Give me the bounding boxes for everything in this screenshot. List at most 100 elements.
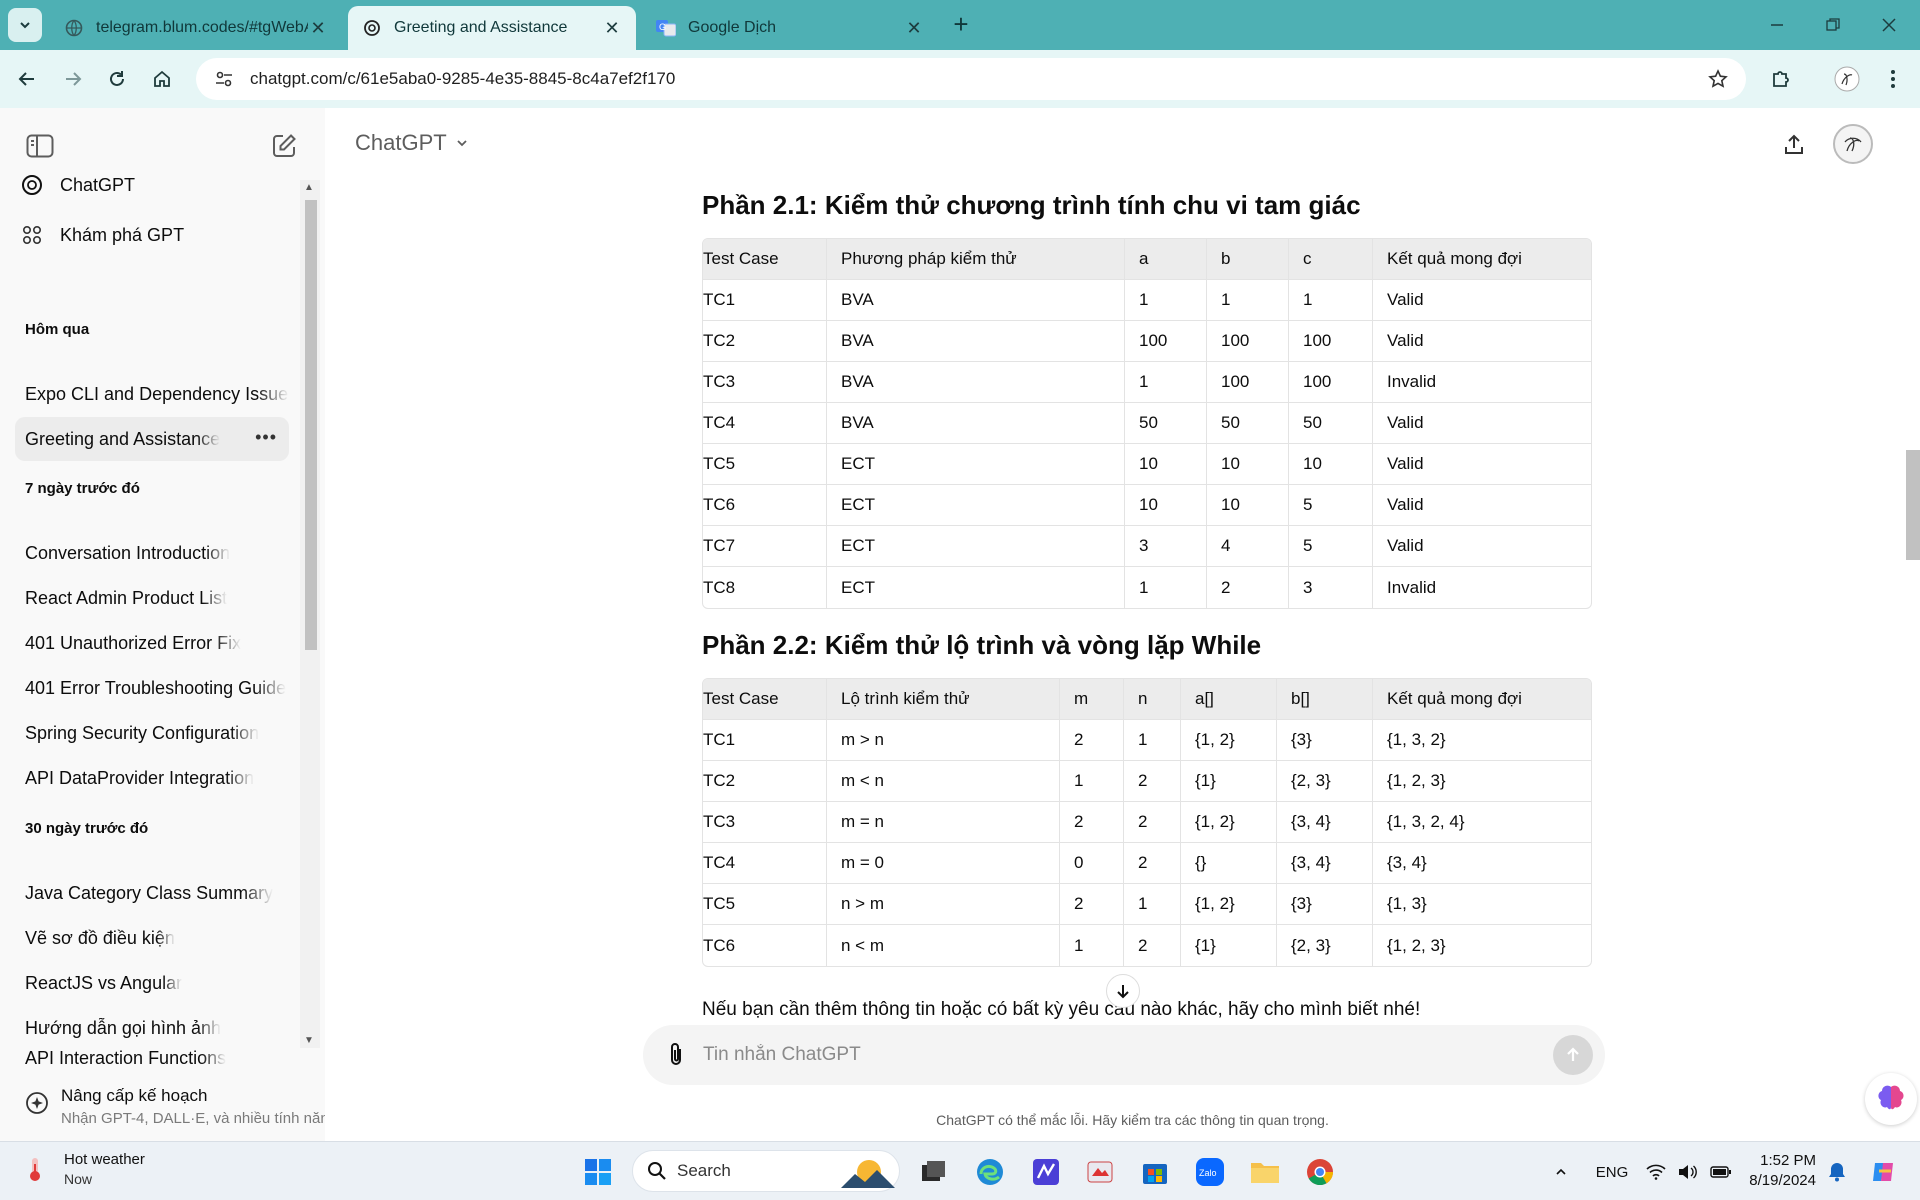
sidebar-chat-item-selected[interactable]: Greeting and Assistance ••• xyxy=(15,417,289,461)
profile-button[interactable] xyxy=(1832,64,1862,94)
zalo-button[interactable]: Zalo xyxy=(1190,1152,1230,1192)
sidebar-chat-item[interactable]: Expo CLI and Dependency Issues xyxy=(15,372,289,416)
new-chat-button[interactable] xyxy=(268,130,300,162)
chrome-button[interactable] xyxy=(1300,1152,1340,1192)
bell-icon xyxy=(1829,1163,1845,1182)
send-button[interactable] xyxy=(1553,1035,1593,1075)
taskbar-search[interactable]: Search xyxy=(632,1150,900,1192)
table-cell: 4 xyxy=(1207,526,1289,567)
home-button[interactable] xyxy=(147,64,177,94)
forward-button[interactable] xyxy=(58,64,88,94)
close-icon[interactable]: ✕ xyxy=(904,18,924,39)
system-tray-status[interactable] xyxy=(1644,1152,1734,1192)
url-text[interactable]: chatgpt.com/c/61e5aba0-9285-4e35-8845-8c… xyxy=(250,69,1698,89)
table-row: TC2 m < n 1 2 {1} {2, 3} {1, 2, 3} xyxy=(703,761,1591,802)
table-cell: 2 xyxy=(1124,925,1181,966)
scroll-down-icon[interactable]: ▼ xyxy=(304,1035,314,1046)
openai-logo-icon xyxy=(16,169,48,201)
sidebar-chat-item[interactable]: 401 Unauthorized Error Fix xyxy=(15,621,289,665)
avatar-icon xyxy=(1844,137,1862,152)
extensions-button[interactable] xyxy=(1766,64,1796,94)
close-icon[interactable]: ✕ xyxy=(308,18,328,39)
scroll-up-icon[interactable]: ▲ xyxy=(304,182,314,193)
user-avatar[interactable] xyxy=(1833,124,1873,164)
sidebar-chat-item[interactable]: React Admin Product List xyxy=(15,576,289,620)
sidebar-chat-item[interactable]: Conversation Introduction xyxy=(15,531,289,575)
notifications-button[interactable] xyxy=(1824,1152,1850,1192)
table-cell: {} xyxy=(1181,843,1277,884)
sidebar-chat-item[interactable]: Hướng dẫn gọi hình ảnh xyxy=(15,1006,289,1050)
file-explorer-button[interactable] xyxy=(1245,1152,1285,1192)
edge-browser-button[interactable] xyxy=(970,1152,1010,1192)
sidebar-item-explore-gpts[interactable]: Khám phá GPT xyxy=(16,215,286,255)
chrome-icon xyxy=(1307,1159,1334,1186)
restore-button[interactable] xyxy=(1808,0,1858,50)
more-options-icon[interactable]: ••• xyxy=(255,427,277,448)
sidebar-chat-item[interactable]: API DataProvider Integration xyxy=(15,756,289,800)
weather-widget[interactable]: Hot weather Now xyxy=(20,1151,145,1187)
table-cell: 2 xyxy=(1124,761,1181,802)
upgrade-plan-button[interactable]: Nâng cấp kế hoạch Nhận GPT-4, DALL·E, và… xyxy=(0,1068,373,1138)
copilot-button[interactable] xyxy=(1864,1152,1904,1192)
column-header: Test Case xyxy=(703,679,827,720)
grid-icon xyxy=(16,219,48,251)
browser-menu-button[interactable] xyxy=(1878,64,1908,94)
bookmark-star-icon[interactable] xyxy=(1698,69,1738,89)
minimize-button[interactable] xyxy=(1752,0,1802,50)
sidebar-chat-item[interactable]: 401 Error Troubleshooting Guide xyxy=(15,666,289,710)
message-input[interactable] xyxy=(703,1044,1553,1066)
volume-icon xyxy=(1679,1165,1697,1179)
column-header: a xyxy=(1125,239,1207,280)
sidebar-chat-item[interactable]: ReactJS vs Angular xyxy=(15,961,289,1005)
store-icon xyxy=(1143,1164,1167,1184)
browser-tab-greeting[interactable]: Greeting and Assistance ✕ xyxy=(348,6,636,50)
address-bar[interactable]: chatgpt.com/c/61e5aba0-9285-4e35-8845-8c… xyxy=(196,58,1746,100)
close-window-button[interactable] xyxy=(1864,0,1914,50)
app-pinned-button[interactable] xyxy=(1080,1152,1120,1192)
tab-search-button[interactable] xyxy=(8,8,42,42)
sidebar-chat-item[interactable]: API Interaction Functions xyxy=(15,1048,289,1068)
start-button[interactable] xyxy=(578,1152,618,1192)
show-hidden-icons-button[interactable] xyxy=(1548,1152,1574,1192)
new-tab-button[interactable]: + xyxy=(946,10,976,40)
close-icon[interactable]: ✕ xyxy=(602,18,622,39)
task-view-button[interactable] xyxy=(914,1152,954,1192)
table-row: TC5 n > m 2 1 {1, 2} {3} {1, 3} xyxy=(703,884,1591,925)
scrollbar-thumb[interactable] xyxy=(305,200,317,650)
sidebar-chat-item[interactable]: Vẽ sơ đồ điều kiện xyxy=(15,916,289,960)
scrollbar-thumb[interactable] xyxy=(1906,450,1920,560)
back-button[interactable] xyxy=(12,64,42,94)
language-indicator[interactable]: ENG xyxy=(1592,1152,1632,1192)
search-icon xyxy=(648,1162,666,1180)
site-info-icon[interactable] xyxy=(204,69,244,89)
table-cell: BVA xyxy=(827,362,1125,403)
sidebar-chat-item[interactable]: Spring Security Configuration xyxy=(15,711,289,755)
sidebar-chat-item[interactable]: Java Category Class Summary xyxy=(15,871,289,915)
reload-button[interactable] xyxy=(102,64,132,94)
model-selector[interactable]: ChatGPT xyxy=(355,130,469,156)
upload-icon xyxy=(1785,134,1803,154)
table-row: TC1 BVA 1 1 1 Valid xyxy=(703,280,1591,321)
attach-button[interactable] xyxy=(661,1040,691,1070)
app-pinned-button[interactable] xyxy=(1135,1152,1175,1192)
table-cell: Invalid xyxy=(1387,577,1437,597)
browser-tab-google-translate[interactable]: G Google Dịch ✕ xyxy=(642,6,938,50)
browser-tab-telegram[interactable]: telegram.blum.codes/#tgWebAppData ✕ xyxy=(50,6,342,50)
scroll-to-bottom-button[interactable] xyxy=(1106,974,1140,1008)
close-icon xyxy=(1882,18,1896,32)
share-button[interactable] xyxy=(1777,128,1811,162)
main-scrollbar[interactable] xyxy=(1900,108,1920,1033)
chevron-down-icon xyxy=(457,140,467,147)
table-cell: Valid xyxy=(1373,280,1591,321)
app-pinned-button[interactable] xyxy=(1026,1152,1066,1192)
table-cell: {2, 3} xyxy=(1277,761,1373,802)
column-header: Phương pháp kiểm thử xyxy=(827,239,1125,280)
toggle-sidebar-button[interactable] xyxy=(24,130,56,162)
taskbar-clock[interactable]: 1:52 PM 8/19/2024 xyxy=(1736,1151,1816,1191)
extension-brain-button[interactable] xyxy=(1865,1073,1917,1125)
arrow-down-icon xyxy=(1117,985,1129,999)
sidebar-scrollbar[interactable]: ▲ ▼ xyxy=(300,180,320,1048)
table-row: TC6 n < m 1 2 {1} {2, 3} {1, 2, 3} xyxy=(703,925,1591,966)
sidebar-item-chatgpt[interactable]: ChatGPT xyxy=(16,165,286,205)
sidebar-item-label: ChatGPT xyxy=(60,174,136,195)
